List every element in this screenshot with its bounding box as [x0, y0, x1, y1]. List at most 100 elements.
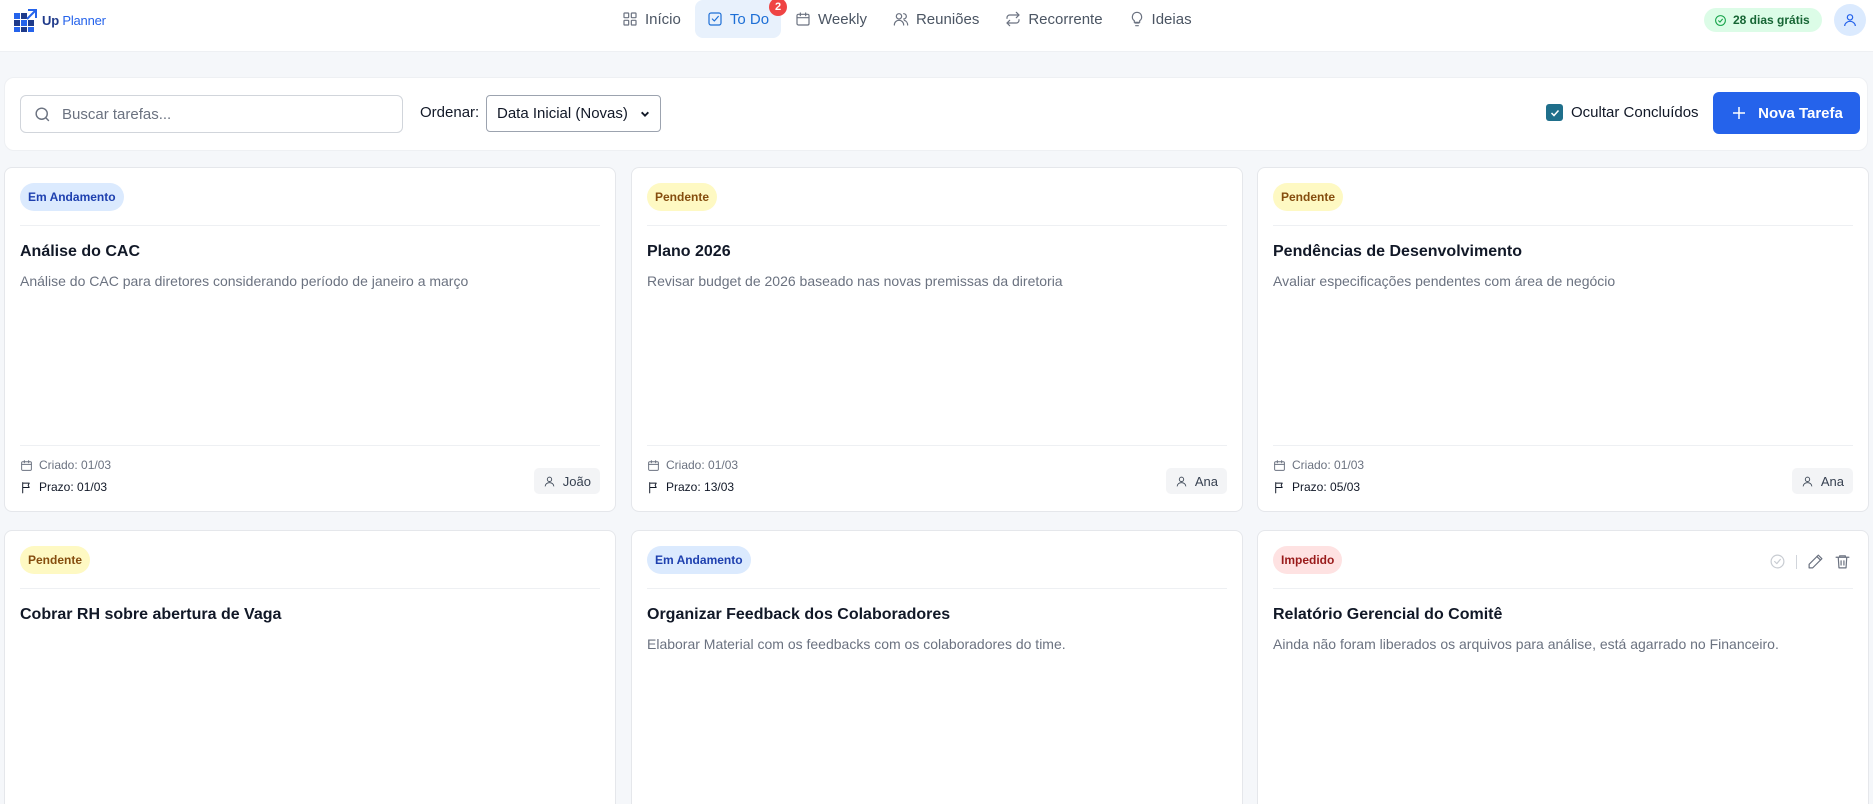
lightbulb-icon [1131, 11, 1142, 27]
task-card[interactable]: Impedido Relatório Gerencial do Comitê A… [1257, 530, 1869, 804]
nav-item-label: To Do [729, 10, 770, 28]
trash-icon[interactable] [1834, 553, 1851, 570]
created-date: Criado: 01/03 [1273, 458, 1364, 472]
status-badge: Em Andamento [647, 546, 751, 574]
task-title: Plano 2026 [647, 243, 731, 260]
sort-selected-value: Data Inicial (Novas) [497, 105, 628, 122]
flag-icon [22, 481, 30, 493]
assignee-chip: Ana [1165, 468, 1227, 494]
card-divider [647, 588, 1227, 589]
nav-item-inicio[interactable]: Início [610, 0, 693, 38]
status-badge: Em Andamento [20, 183, 124, 211]
nav-item-weekly[interactable]: Weekly [783, 0, 879, 38]
logo-icon [14, 9, 37, 32]
hide-completed-label: Ocultar Concluídos [1571, 104, 1699, 121]
deadline-date: Prazo: 05/03 [1273, 480, 1360, 494]
nav-item-label: Recorrente [1028, 10, 1103, 28]
main-nav: Início To Do 2 Weekly Reuniões Recorrent… [610, 0, 1204, 38]
task-description: Revisar budget de 2026 baseado nas novas… [647, 273, 1063, 289]
card-actions [1769, 553, 1851, 570]
task-description: Análise do CAC para diretores consideran… [20, 273, 469, 289]
card-divider [20, 588, 600, 589]
nav-item-label: Ideias [1151, 10, 1192, 28]
new-task-button[interactable]: Nova Tarefa [1713, 92, 1860, 134]
card-divider [1273, 225, 1853, 226]
task-title: Cobrar RH sobre abertura de Vaga [20, 606, 282, 623]
user-icon [1844, 14, 1856, 27]
user-icon [1176, 476, 1187, 486]
chevron-down-icon [641, 111, 649, 117]
task-card[interactable]: Em Andamento Análise do CAC Análise do C… [4, 167, 616, 512]
trial-badge[interactable]: 28 dias grátis [1704, 8, 1822, 32]
created-date: Criado: 01/03 [20, 458, 111, 472]
task-card[interactable]: Em Andamento Organizar Feedback dos Cola… [631, 530, 1243, 804]
flag-icon [1275, 481, 1283, 493]
status-badge: Pendente [1273, 183, 1344, 211]
assignee-chip: Ana [1791, 468, 1853, 494]
card-divider [647, 225, 1227, 226]
checkmark-icon [1550, 109, 1559, 117]
checkbox-icon [708, 12, 722, 26]
search-box[interactable] [20, 95, 403, 133]
sort-select[interactable]: Data Inicial (Novas) [486, 95, 661, 132]
nav-item-todo[interactable]: To Do 2 [694, 0, 788, 38]
actions-divider [1796, 554, 1797, 569]
task-toolbar: Ordenar: Data Inicial (Novas) Ocultar Co… [4, 77, 1868, 151]
task-title: Organizar Feedback dos Colaboradores [647, 606, 951, 623]
created-date: Criado: 01/03 [647, 458, 738, 472]
nav-item-label: Início [645, 10, 681, 28]
task-description: Elaborar Material com os feedbacks com o… [647, 636, 1066, 652]
flag-icon [649, 481, 657, 493]
plus-icon [1733, 107, 1746, 119]
new-task-label: Nova Tarefa [1758, 104, 1843, 122]
calendar-icon [796, 12, 810, 26]
task-card[interactable]: Pendente Cobrar RH sobre abertura de Vag… [4, 530, 616, 804]
status-badge: Impedido [1273, 546, 1343, 574]
complete-check-icon[interactable] [1769, 553, 1786, 570]
check-circle-icon [1715, 14, 1726, 26]
task-title: Relatório Gerencial do Comitê [1273, 606, 1503, 623]
grid-icon [623, 12, 637, 26]
card-divider [1273, 588, 1853, 589]
created-text: Criado: 01/03 [1292, 458, 1365, 472]
task-description: Avaliar especificações pendentes com áre… [1273, 273, 1616, 289]
users-icon [893, 13, 909, 26]
trial-label: 28 dias grátis [1733, 13, 1810, 27]
app-logo[interactable]: Up Planner [14, 4, 106, 36]
deadline-text: Prazo: 13/03 [666, 480, 735, 494]
edit-pencil-icon[interactable] [1807, 553, 1824, 570]
task-title: Pendências de Desenvolvimento [1273, 243, 1522, 260]
search-input[interactable] [62, 105, 382, 123]
repeat-icon [1006, 11, 1020, 27]
sort-label: Ordenar: [420, 104, 480, 121]
assignee-name: Ana [1194, 473, 1218, 489]
assignee-name: Ana [1820, 473, 1844, 489]
nav-item-recorrente[interactable]: Recorrente [993, 0, 1114, 38]
card-divider [1273, 445, 1853, 446]
task-card[interactable]: Pendente Pendências de Desenvolvimento A… [1257, 167, 1869, 512]
user-icon [544, 476, 555, 486]
search-icon [35, 106, 50, 121]
task-description: Ainda não foram liberados os arquivos pa… [1273, 636, 1779, 652]
card-divider [20, 225, 600, 226]
card-divider [647, 445, 1227, 446]
user-avatar[interactable] [1834, 4, 1866, 36]
nav-item-reunioes[interactable]: Reuniões [881, 0, 991, 38]
hide-completed-toggle[interactable]: Ocultar Concluídos [1546, 104, 1699, 121]
nav-item-label: Weekly [818, 10, 867, 28]
card-divider [20, 445, 600, 446]
deadline-date: Prazo: 01/03 [20, 480, 107, 494]
nav-item-ideias[interactable]: Ideias [1117, 0, 1204, 38]
assignee-name: João [562, 473, 591, 489]
nav-item-label: Reuniões [915, 10, 980, 28]
created-text: Criado: 01/03 [39, 458, 112, 472]
assignee-chip: João [533, 468, 600, 494]
calendar-icon [1274, 459, 1285, 471]
task-title: Análise do CAC [20, 243, 141, 260]
hide-completed-checkbox[interactable] [1546, 104, 1563, 121]
status-badge: Pendente [20, 546, 91, 574]
deadline-text: Prazo: 01/03 [39, 480, 108, 494]
deadline-date: Prazo: 13/03 [647, 480, 734, 494]
user-icon [1802, 476, 1813, 486]
task-card[interactable]: Pendente Plano 2026 Revisar budget de 20… [631, 167, 1243, 512]
